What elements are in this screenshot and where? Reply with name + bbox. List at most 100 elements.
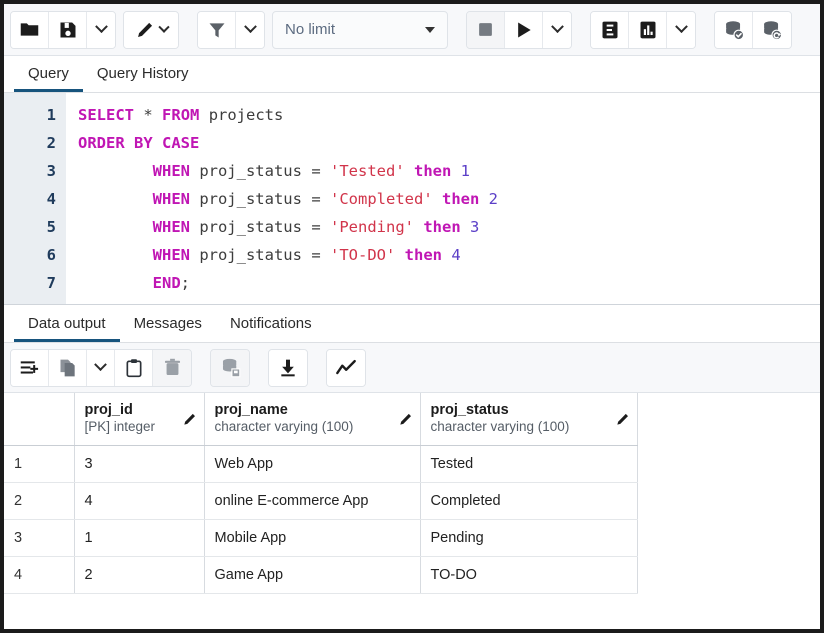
table-row[interactable]: 42Game AppTO-DO (4, 556, 637, 593)
column-header-proj-name[interactable]: proj_name character varying (100) (204, 393, 420, 445)
execute-button[interactable] (505, 12, 543, 48)
column-header-proj-id[interactable]: proj_id [PK] integer (74, 393, 204, 445)
add-row-button[interactable] (11, 350, 49, 386)
open-file-button[interactable] (11, 12, 49, 48)
sql-token: proj_status (190, 246, 311, 264)
sql-token (414, 218, 423, 236)
cell-proj-name[interactable]: Game App (204, 556, 420, 593)
sql-token (321, 190, 330, 208)
sql-token (461, 218, 470, 236)
tab-notifications[interactable]: Notifications (216, 316, 326, 342)
explain-e-icon (600, 20, 620, 40)
pencil-icon (135, 19, 156, 40)
cell-proj-id[interactable]: 1 (74, 519, 204, 556)
column-header-proj-status[interactable]: proj_status character varying (100) (420, 393, 637, 445)
filter-dropdown-button[interactable] (236, 12, 264, 48)
pencil-icon[interactable] (182, 411, 198, 427)
sql-line: SELECT * FROM projects (78, 101, 820, 129)
row-edit-group (10, 349, 192, 387)
execute-button-group (466, 11, 572, 49)
copy-dropdown-button[interactable] (87, 350, 115, 386)
explain-button[interactable] (591, 12, 629, 48)
result-grid-container[interactable]: proj_id [PK] integer proj_name (4, 393, 820, 629)
sql-token: = (311, 162, 320, 180)
sql-token: ORDER BY CASE (78, 134, 199, 152)
edit-button[interactable] (124, 12, 178, 48)
sql-line: ORDER BY CASE (78, 129, 820, 157)
cell-proj-status[interactable]: Pending (420, 519, 637, 556)
download-button[interactable] (269, 350, 307, 386)
column-name: proj_status (431, 401, 570, 419)
play-triangle-icon (514, 20, 534, 40)
cell-proj-status[interactable]: TO-DO (420, 556, 637, 593)
line-number: 2 (4, 129, 66, 157)
sql-token: then (423, 218, 460, 236)
explain-analyze-button[interactable] (629, 12, 667, 48)
sql-token: 1 (461, 162, 470, 180)
save-file-button[interactable] (49, 12, 87, 48)
output-tab-bar: Data output Messages Notifications (4, 305, 820, 343)
table-row[interactable]: 24online E-commerce AppCompleted (4, 482, 637, 519)
cell-proj-status[interactable]: Completed (420, 482, 637, 519)
stop-button[interactable] (467, 12, 505, 48)
copy-button[interactable] (49, 350, 87, 386)
save-dropdown-button[interactable] (87, 12, 115, 48)
paste-button[interactable] (115, 350, 153, 386)
save-data-button[interactable] (211, 350, 249, 386)
column-name: proj_name (215, 401, 354, 419)
sql-token: proj_status (190, 190, 311, 208)
sql-token: WHEN (153, 218, 190, 236)
cell-proj-name[interactable]: online E-commerce App (204, 482, 420, 519)
tab-query[interactable]: Query (14, 66, 83, 92)
grid-header-row: proj_id [PK] integer proj_name (4, 393, 637, 445)
execute-dropdown-button[interactable] (543, 12, 571, 48)
explain-dropdown-button[interactable] (667, 12, 695, 48)
cell-proj-name[interactable]: Mobile App (204, 519, 420, 556)
cell-proj-id[interactable]: 3 (74, 445, 204, 482)
query-tool-window: No limit (4, 4, 820, 629)
line-number: 5 (4, 213, 66, 241)
sql-token: END (153, 274, 181, 292)
cell-proj-name[interactable]: Web App (204, 445, 420, 482)
delete-row-button[interactable] (153, 350, 191, 386)
tab-query-history[interactable]: Query History (83, 66, 203, 92)
database-save-icon (220, 357, 241, 378)
chevron-down-icon (551, 20, 564, 33)
transaction-button-group (714, 11, 792, 49)
chevron-down-icon (158, 21, 169, 32)
pencil-icon[interactable] (398, 411, 414, 427)
filter-button[interactable] (198, 12, 236, 48)
sql-token: = (311, 218, 320, 236)
cell-proj-id[interactable]: 4 (74, 482, 204, 519)
tab-messages[interactable]: Messages (120, 316, 216, 342)
graph-visualiser-button[interactable] (327, 350, 365, 386)
sql-code-area[interactable]: SELECT * FROM projects ORDER BY CASE WHEN… (66, 93, 820, 304)
line-number: 3 (4, 157, 66, 185)
cell-proj-id[interactable]: 2 (74, 556, 204, 593)
row-limit-value: No limit (285, 21, 335, 38)
tab-data-output[interactable]: Data output (14, 316, 120, 342)
rollback-button[interactable] (753, 12, 791, 48)
sql-token: WHEN (153, 162, 190, 180)
download-icon (278, 358, 298, 378)
sql-token (78, 246, 153, 264)
sql-token: projects (199, 106, 283, 124)
table-row[interactable]: 13Web AppTested (4, 445, 637, 482)
table-row[interactable]: 31Mobile AppPending (4, 519, 637, 556)
sql-token: WHEN (153, 190, 190, 208)
cell-proj-status[interactable]: Tested (420, 445, 637, 482)
sql-token: then (405, 246, 442, 264)
sql-token (321, 162, 330, 180)
sql-token: = (311, 190, 320, 208)
sql-token (78, 218, 153, 236)
line-number: 7 (4, 269, 66, 297)
sql-editor[interactable]: 1234567 SELECT * FROM projectsORDER BY C… (4, 93, 820, 305)
save-data-group (210, 349, 250, 387)
sql-token: then (414, 162, 451, 180)
sql-line: WHEN proj_status = 'TO-DO' then 4 (78, 241, 820, 269)
pencil-icon[interactable] (615, 411, 631, 427)
row-limit-select[interactable]: No limit (272, 11, 448, 49)
commit-button[interactable] (715, 12, 753, 48)
trash-icon (163, 358, 182, 377)
add-row-icon (19, 357, 40, 378)
